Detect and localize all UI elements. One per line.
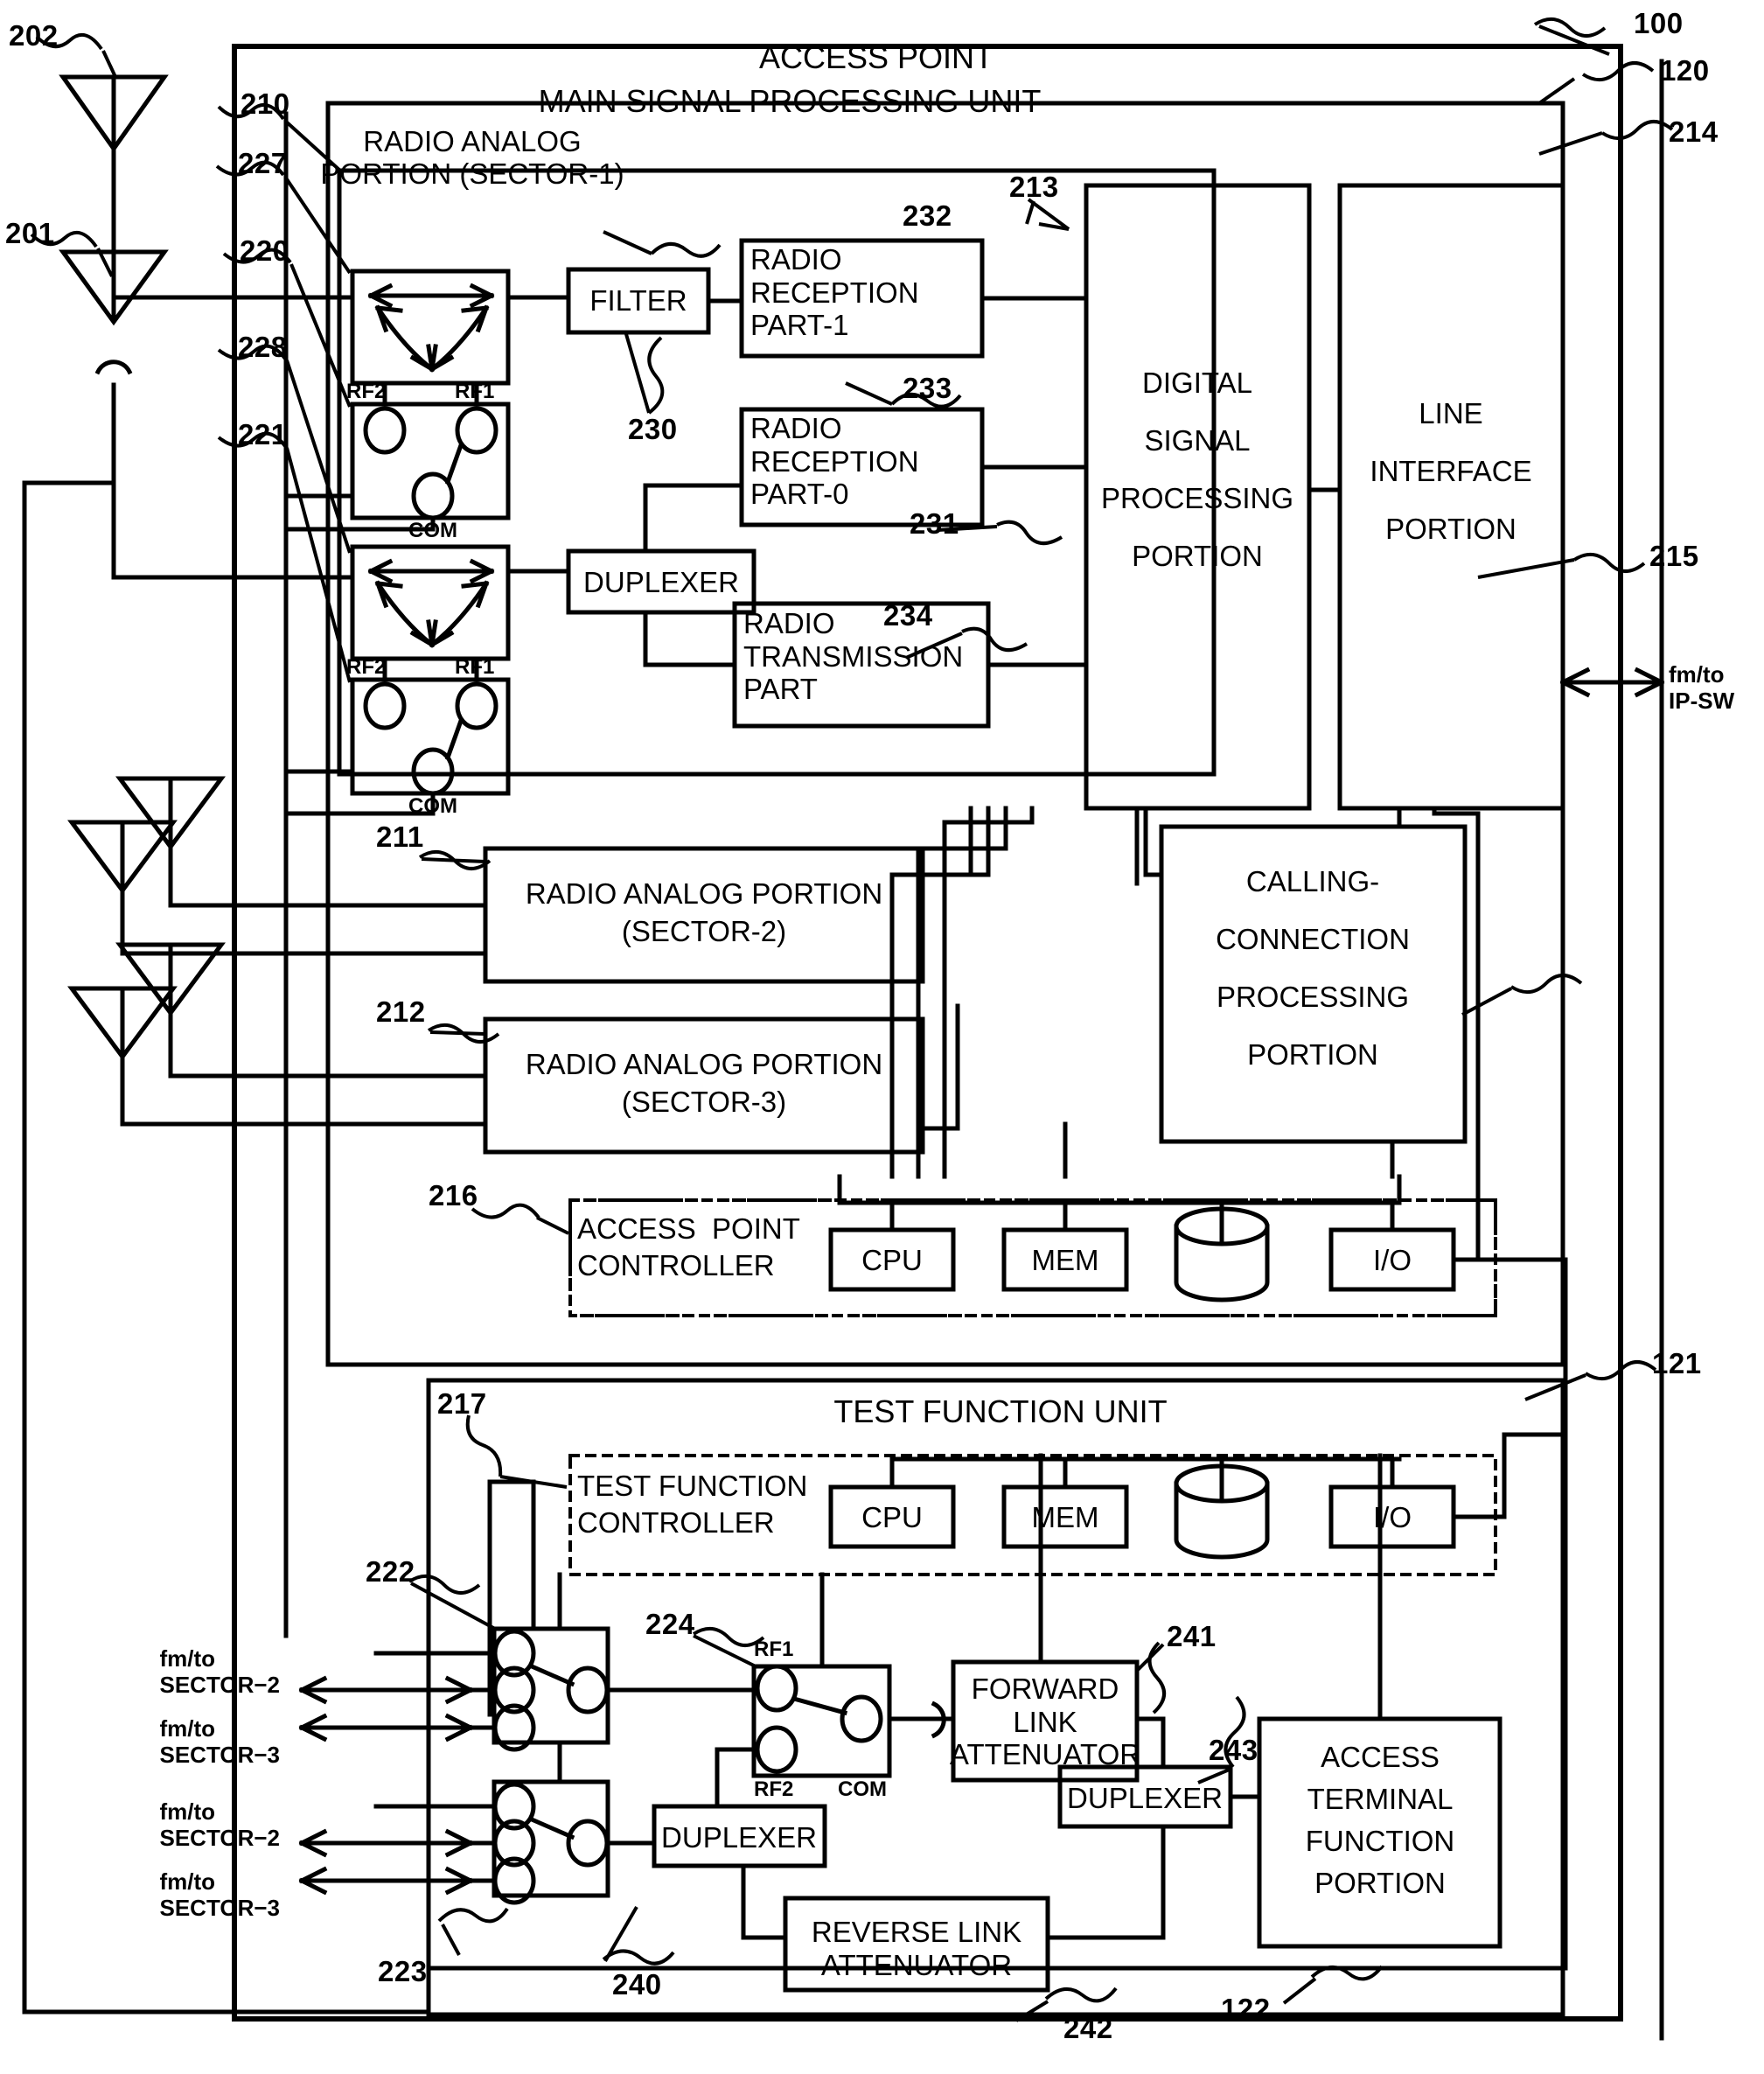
- ref-122: 122: [1221, 1993, 1271, 2025]
- radio-reception-part0-label: RADIO RECEPTION PART-0: [750, 412, 919, 511]
- main-signal-processing-unit-title: MAIN SIGNAL PROCESSING UNIT: [538, 83, 1042, 119]
- switch-224-rf2-label: RF2: [754, 1777, 794, 1801]
- digital-signal-processing-portion-label: DIGITAL SIGNAL PROCESSING PORTION: [1100, 367, 1294, 572]
- radio-reception-part1-label: RADIO RECEPTION PART-1: [750, 243, 919, 342]
- ref-230: 230: [628, 413, 678, 445]
- switch-220-com-label: COM: [408, 519, 457, 542]
- access-point-controller-label-line1: ACCESS POINT: [577, 1212, 800, 1245]
- apc-io-label: I/O: [1372, 1244, 1412, 1276]
- ref-228: 228: [238, 331, 288, 363]
- ref-243: 243: [1209, 1734, 1259, 1766]
- access-point-title: ACCESS POINT: [758, 39, 994, 75]
- ref-214: 214: [1669, 115, 1719, 148]
- patent-figure: 100 120 214 215 121 202 201 210 227 220 …: [0, 0, 1764, 2074]
- ref-210: 210: [241, 87, 290, 120]
- duplexer-243-label: DUPLEXER: [1067, 1782, 1223, 1814]
- ref-242: 242: [1063, 2012, 1113, 2044]
- access-point-controller-label-line2: CONTROLLER: [577, 1249, 775, 1281]
- test-function-controller-label-line1: TEST FUNCTION: [577, 1470, 808, 1502]
- ref-212: 212: [376, 995, 426, 1028]
- sector3-io-label-lower: fm/to SECTOR−3: [159, 1868, 280, 1921]
- reverse-link-attenuator-label: REVERSE LINK ATTENUATOR: [811, 1916, 1022, 1981]
- ref-233: 233: [903, 372, 952, 404]
- switch-221-rf1-label: RF1: [455, 655, 495, 679]
- radio-analog-sector1-label-line2: PORTION (SECTOR-1): [320, 157, 624, 190]
- ref-240: 240: [612, 1968, 662, 2001]
- ref-224: 224: [645, 1608, 695, 1640]
- forward-link-attenuator-label: FORWARD LINK ATTENUATOR: [949, 1672, 1141, 1771]
- radio-analog-sector3-label-line1: RADIO ANALOG PORTION: [525, 1048, 883, 1080]
- ref-215: 215: [1649, 540, 1699, 572]
- ref-213: 213: [1009, 171, 1059, 203]
- ref-201: 201: [5, 217, 55, 249]
- line-interface-portion-label: LINE INTERFACE PORTION: [1370, 397, 1532, 545]
- radio-analog-sector1-label-line1: RADIO ANALOG: [363, 125, 582, 157]
- switch-224-rf1-label: RF1: [754, 1638, 794, 1661]
- duplexer-231-label: DUPLEXER: [583, 566, 739, 598]
- access-terminal-function-portion-label: ACCESS TERMINAL FUNCTION PORTION: [1305, 1741, 1455, 1899]
- ref-211: 211: [376, 821, 424, 853]
- switch-220-rf2-label: RF2: [346, 380, 387, 403]
- switch-221-com-label: COM: [408, 794, 457, 818]
- ref-231: 231: [910, 507, 959, 540]
- ip-sw-io-label: fm/to IP-SW: [1669, 661, 1735, 714]
- radio-analog-sector2-label-line2: (SECTOR-2): [621, 915, 787, 947]
- ref-220: 220: [240, 234, 289, 267]
- ref-100: 100: [1634, 7, 1684, 39]
- sector3-io-label-upper: fm/to SECTOR−3: [159, 1715, 280, 1768]
- ref-227: 227: [238, 147, 288, 179]
- test-function-unit-title: TEST FUNCTION UNIT: [833, 1393, 1168, 1429]
- ref-120: 120: [1660, 54, 1710, 87]
- ref-223: 223: [378, 1955, 428, 1987]
- apc-cpu-label: CPU: [861, 1244, 923, 1276]
- tfc-cpu-label: CPU: [861, 1501, 923, 1533]
- radio-analog-sector3-label-line2: (SECTOR-3): [621, 1086, 787, 1118]
- ref-217: 217: [437, 1387, 487, 1420]
- tfc-mem-label: MEM: [1031, 1501, 1099, 1533]
- sector2-io-label-lower: fm/to SECTOR−2: [159, 1798, 280, 1851]
- ref-241: 241: [1167, 1620, 1217, 1652]
- radio-analog-sector2-label-line1: RADIO ANALOG PORTION: [525, 877, 883, 910]
- ref-221: 221: [238, 418, 288, 450]
- ref-222: 222: [366, 1555, 415, 1588]
- apc-mem-label: MEM: [1031, 1244, 1099, 1276]
- switch-224-com-label: COM: [838, 1777, 887, 1801]
- ref-202: 202: [9, 19, 59, 52]
- switch-221-rf2-label: RF2: [346, 655, 387, 679]
- radio-transmission-part-label: RADIO TRANSMISSION PART: [743, 607, 964, 706]
- ref-232: 232: [903, 199, 952, 232]
- test-function-controller-label-line2: CONTROLLER: [577, 1506, 775, 1539]
- duplexer-240-label: DUPLEXER: [661, 1821, 817, 1854]
- filter-label: FILTER: [589, 284, 687, 317]
- switch-220-rf1-label: RF1: [455, 380, 495, 403]
- ref-216: 216: [429, 1179, 478, 1212]
- sector2-io-label-upper: fm/to SECTOR−2: [159, 1645, 280, 1698]
- calling-connection-processing-portion-label: CALLING- CONNECTION PROCESSING PORTION: [1216, 865, 1410, 1071]
- ref-121: 121: [1652, 1347, 1702, 1379]
- tfc-io-label: I/O: [1372, 1501, 1412, 1533]
